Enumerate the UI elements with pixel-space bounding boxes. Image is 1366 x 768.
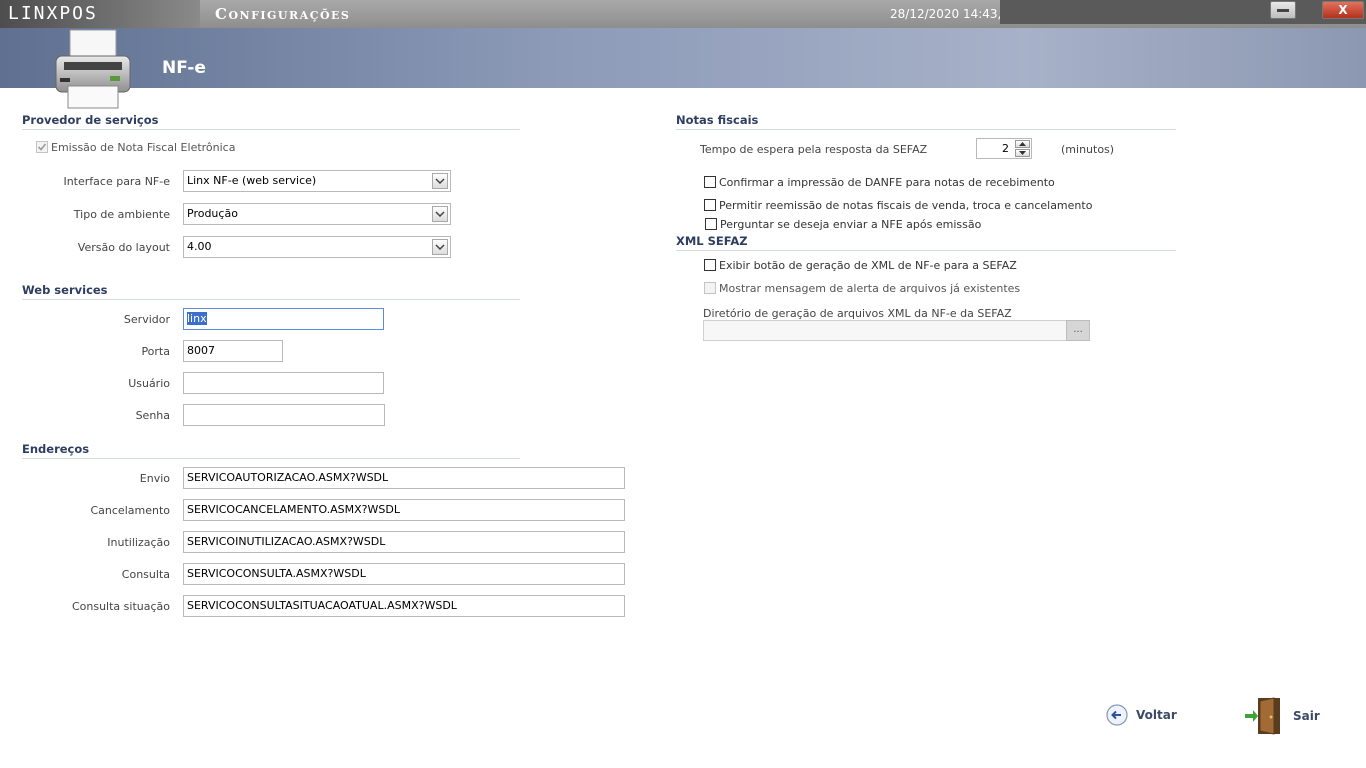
servidor-input[interactable]: linx [183, 308, 384, 330]
section-notas: Notas fiscais [676, 113, 1176, 130]
permitir-checkbox[interactable] [704, 199, 716, 211]
inutilizacao-label: Inutilização [107, 536, 170, 549]
tempo-value: 2 [1002, 142, 1009, 155]
mostrar-checkbox[interactable] [704, 282, 716, 294]
confirmar-label: Confirmar a impressão de DANFE para nota… [719, 176, 1055, 189]
layout-label: Versão do layout [77, 241, 170, 254]
section-xml: XML SEFAZ [676, 234, 1176, 251]
app-logo: LINXPOS [8, 3, 98, 24]
voltar-button[interactable]: Voltar [1106, 704, 1177, 726]
tempo-stepper[interactable]: 2 [976, 138, 1032, 159]
usuario-label: Usuário [128, 377, 170, 390]
senha-input[interactable] [183, 404, 385, 426]
permitir-label: Permitir reemissão de notas fiscais de v… [719, 199, 1093, 212]
chevron-down-icon[interactable] [432, 239, 448, 255]
interface-label: Interface para NF-e [63, 175, 170, 188]
stepper-down-icon[interactable] [1015, 149, 1030, 157]
perguntar-checkbox[interactable] [705, 218, 717, 230]
chevron-down-icon[interactable] [432, 206, 448, 222]
consulta-situacao-label: Consulta situação [71, 600, 170, 613]
minimize-icon [1277, 8, 1289, 12]
printer-icon [55, 29, 131, 109]
diretorio-label: Diretório de geração de arquivos XML da … [703, 307, 1012, 320]
sair-button[interactable]: Sair [1244, 696, 1320, 736]
confirmar-checkbox[interactable] [704, 176, 716, 188]
page-title: NF-e [162, 58, 206, 78]
consulta-situacao-input[interactable]: SERVICOCONSULTASITUACAOATUAL.ASMX?WSDL [183, 595, 625, 617]
back-arrow-icon [1106, 704, 1128, 726]
porta-label: Porta [141, 345, 170, 358]
exit-door-icon [1245, 697, 1280, 735]
envio-label: Envio [139, 472, 170, 485]
interface-select[interactable]: Linx NF-e (web service) [183, 170, 451, 192]
servidor-label: Servidor [123, 313, 170, 326]
cancelamento-input[interactable]: SERVICOCANCELAMENTO.ASMX?WSDL [183, 499, 625, 521]
sair-label: Sair [1293, 709, 1320, 723]
section-provedor: Provedor de serviços [22, 113, 520, 130]
exibir-label: Exibir botão de geração de XML de NF-e p… [719, 259, 1017, 272]
tempo-label: Tempo de espera pela resposta da SEFAZ [700, 143, 928, 156]
title-bar-right-shade [1000, 0, 1366, 24]
window-title: Configurações [215, 5, 351, 23]
usuario-input[interactable] [183, 372, 384, 394]
minimize-button[interactable] [1270, 1, 1296, 19]
ambiente-value: Produção [187, 207, 238, 220]
perguntar-label: Perguntar se deseja enviar a NFE após em… [720, 218, 982, 231]
voltar-label: Voltar [1136, 708, 1177, 722]
clock: 28/12/2020 14:43, [890, 7, 1002, 21]
check-icon [37, 143, 47, 151]
ambiente-label: Tipo de ambiente [73, 208, 170, 221]
layout-select[interactable]: 4.00 [183, 236, 451, 258]
ambiente-select[interactable]: Produção [183, 203, 451, 225]
cancelamento-label: Cancelamento [90, 504, 170, 517]
emissao-label: Emissão de Nota Fiscal Eletrônica [51, 141, 236, 154]
layout-value: 4.00 [187, 240, 212, 253]
senha-label: Senha [135, 409, 170, 422]
stepper-up-icon[interactable] [1015, 140, 1030, 148]
section-webservices: Web services [22, 283, 520, 300]
browse-button[interactable]: ... [1066, 320, 1090, 341]
title-bar: LINXPOS Configurações 28/12/2020 14:43, … [0, 0, 1366, 28]
exibir-checkbox[interactable] [704, 259, 716, 271]
tempo-unit: (minutos) [1061, 143, 1115, 156]
mostrar-label: Mostrar mensagem de alerta de arquivos j… [719, 282, 1021, 295]
interface-value: Linx NF-e (web service) [187, 174, 317, 187]
porta-input[interactable]: 8007 [183, 340, 283, 362]
section-enderecos: Endereços [22, 442, 520, 459]
consulta-input[interactable]: SERVICOCONSULTA.ASMX?WSDL [183, 563, 625, 585]
diretorio-input[interactable] [703, 320, 1067, 341]
consulta-label: Consulta [121, 568, 170, 581]
inutilizacao-input[interactable]: SERVICOINUTILIZACAO.ASMX?WSDL [183, 531, 625, 553]
close-button[interactable]: X [1322, 1, 1364, 19]
servidor-value: linx [187, 312, 207, 325]
envio-input[interactable]: SERVICOAUTORIZACAO.ASMX?WSDL [183, 467, 625, 489]
emissao-checkbox[interactable] [36, 141, 48, 153]
chevron-down-icon[interactable] [432, 173, 448, 189]
